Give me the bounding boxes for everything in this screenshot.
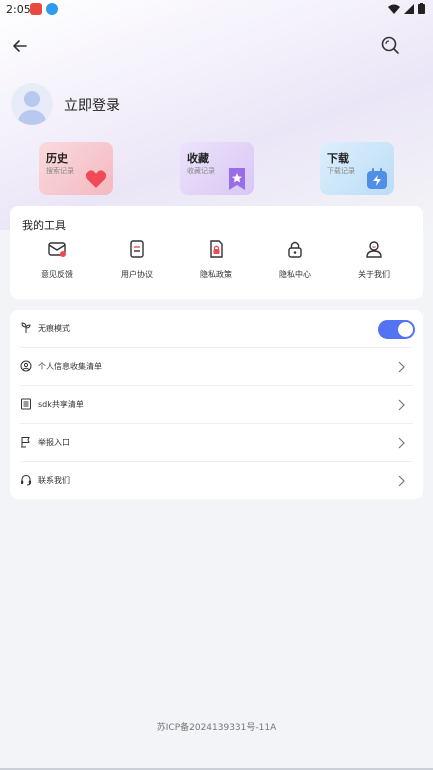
chevron-right-icon: [398, 361, 405, 373]
avatar[interactable]: [11, 83, 53, 125]
tool-user-agreement[interactable]: 用户协议: [107, 239, 167, 289]
favorites-subtitle: 收藏记录: [187, 167, 215, 175]
settings-row-report[interactable]: 举报入口: [10, 424, 423, 462]
history-title: 历史: [46, 152, 68, 165]
status-bar: 2:05: [0, 0, 433, 18]
document-icon: [130, 240, 144, 258]
tool-feedback-label: 意见反馈: [41, 270, 73, 279]
settings-row-personal-info[interactable]: 个人信息收集清单: [10, 348, 423, 386]
settings-row-sdk[interactable]: sdk共享清单: [10, 386, 423, 424]
download-calendar-icon: [367, 168, 387, 189]
status-indicators: [388, 3, 425, 14]
tool-about-us-label: 关于我们: [358, 270, 390, 279]
login-link[interactable]: 立即登录: [64, 95, 120, 115]
settings-row-label: sdk共享清单: [38, 400, 84, 409]
settings-row-label: 举报入口: [38, 438, 70, 447]
wifi-icon: [388, 4, 400, 14]
app-notification-icon: [30, 3, 42, 15]
back-arrow-icon[interactable]: [10, 36, 30, 56]
header-background: [0, 0, 433, 230]
chevron-right-icon: [398, 475, 405, 487]
user-icon: [366, 241, 382, 258]
chevron-right-icon: [398, 399, 405, 411]
tool-privacy-center[interactable]: 隐私中心: [265, 239, 325, 289]
report-icon: [21, 437, 30, 448]
feedback-mail-icon: [48, 242, 66, 257]
incognito-toggle[interactable]: [378, 320, 415, 339]
privacy-doc-lock-icon: [210, 240, 223, 258]
settings-row-label: 个人信息收集清单: [38, 362, 102, 371]
headset-icon: [21, 474, 31, 486]
list-icon: [21, 398, 31, 410]
search-icon[interactable]: [379, 34, 401, 56]
battery-icon: [418, 3, 425, 14]
sprout-icon: [21, 322, 31, 333]
chevron-right-icon: [398, 437, 405, 449]
download-notification-icon: [46, 3, 58, 15]
favorites-title: 收藏: [187, 152, 209, 165]
status-time: 2:05: [6, 3, 31, 16]
tool-privacy-center-label: 隐私中心: [279, 270, 311, 279]
icp-footer: 苏ICP备2024139331号-11A: [156, 723, 277, 733]
downloads-subtitle: 下载记录: [327, 167, 355, 175]
tool-about-us[interactable]: 关于我们: [344, 239, 404, 289]
settings-row-label: 联系我们: [38, 476, 70, 485]
downloads-title: 下载: [327, 152, 349, 165]
tool-privacy-policy[interactable]: 隐私政策: [186, 239, 246, 289]
favorites-card[interactable]: 收藏 收藏记录: [180, 142, 254, 195]
downloads-card[interactable]: 下载 下载记录: [320, 142, 394, 195]
signal-icon: [404, 3, 414, 14]
lock-icon: [288, 241, 302, 258]
history-card[interactable]: 历史 搜索记录: [39, 142, 113, 195]
settings-row-label: 无痕模式: [38, 324, 70, 333]
settings-row-incognito: 无痕模式: [10, 310, 423, 348]
tool-feedback[interactable]: 意见反馈: [27, 239, 87, 289]
avatar-placeholder-icon: [17, 91, 47, 125]
heart-icon: [85, 170, 107, 188]
toggle-knob: [398, 322, 413, 337]
user-circle-icon: [20, 360, 32, 372]
settings-card: 无痕模式 个人信息收集清单 sdk共享清单 举报入口 联系我们: [10, 310, 423, 499]
settings-row-contact[interactable]: 联系我们: [10, 462, 423, 500]
tool-user-agreement-label: 用户协议: [121, 270, 153, 279]
history-subtitle: 搜索记录: [46, 167, 74, 175]
tools-title: 我的工具: [22, 219, 66, 232]
tool-privacy-policy-label: 隐私政策: [200, 270, 232, 279]
tools-card: 我的工具 意见反馈 用户协议 隐私政策 隐私中心 关于我们: [10, 206, 423, 299]
bookmark-star-icon: [229, 168, 245, 190]
